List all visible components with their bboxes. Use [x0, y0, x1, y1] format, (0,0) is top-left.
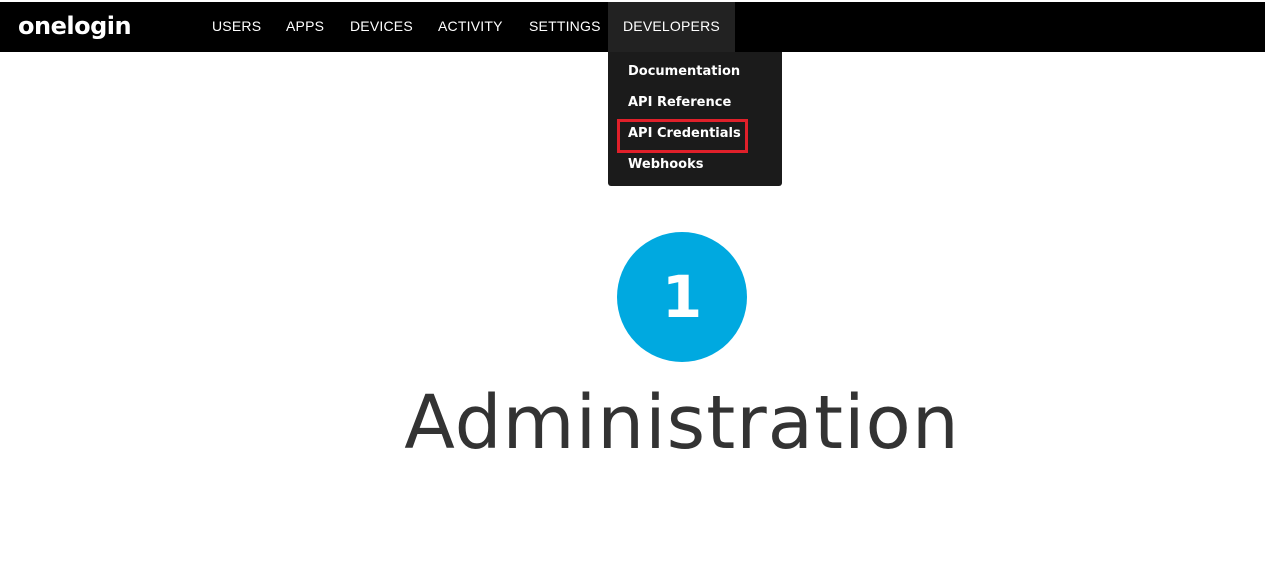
nav-item-developers[interactable]: DEVELOPERS — [608, 2, 735, 52]
menu-item-api-reference[interactable]: API Reference — [628, 93, 731, 113]
step-number: 1 — [661, 263, 703, 331]
nav-item-apps[interactable]: APPS — [286, 2, 324, 52]
onelogin-logo[interactable]: onelogin — [18, 11, 132, 41]
nav-item-settings[interactable]: SETTINGS — [529, 2, 601, 52]
top-navbar: onelogin USERS APPS DEVICES ACTIVITY SET… — [0, 2, 1265, 52]
nav-item-devices[interactable]: DEVICES — [350, 2, 413, 52]
menu-item-documentation[interactable]: Documentation — [628, 62, 740, 82]
nav-item-users[interactable]: USERS — [212, 2, 261, 52]
page-title: Administration — [404, 380, 960, 466]
nav-item-activity[interactable]: ACTIVITY — [438, 2, 503, 52]
step-number-badge: 1 — [617, 232, 747, 362]
menu-item-api-credentials[interactable]: API Credentials — [628, 124, 741, 144]
menu-item-webhooks[interactable]: Webhooks — [628, 155, 704, 175]
developers-dropdown-menu: Documentation API Reference API Credenti… — [608, 52, 782, 186]
